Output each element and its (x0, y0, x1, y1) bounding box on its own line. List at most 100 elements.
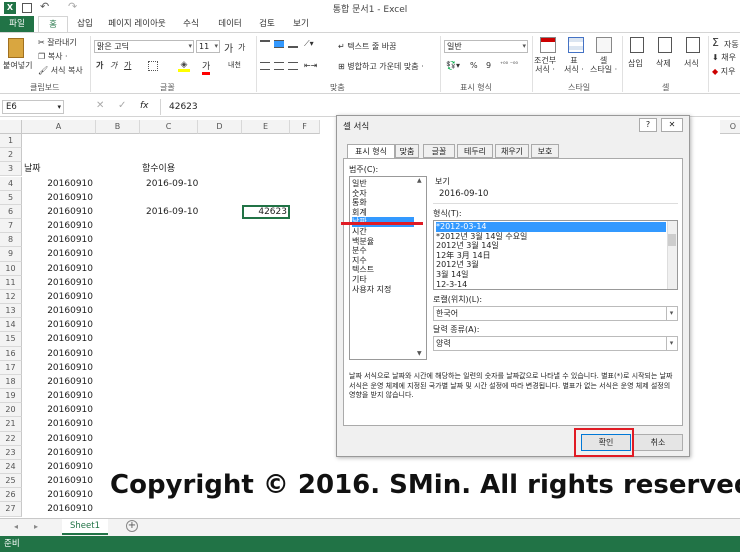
type-item[interactable]: *2012-03-14 (436, 222, 666, 232)
row-header-24[interactable]: 24 (0, 459, 22, 475)
format-cells-button[interactable]: 서식 (684, 58, 699, 69)
align-bottom-icon[interactable] (288, 40, 298, 48)
cell-a19[interactable]: 20160910 (22, 389, 93, 403)
cell-a10[interactable]: 20160910 (22, 262, 93, 276)
enter-icon[interactable]: ✓ (118, 100, 126, 111)
add-sheet-icon[interactable]: + (126, 520, 138, 532)
cell-a22[interactable]: 20160910 (22, 432, 93, 446)
copy-button[interactable]: ❐ 복사 · (38, 51, 68, 62)
category-item[interactable]: 지수 (352, 256, 414, 266)
scrollbar-thumb[interactable] (668, 234, 676, 246)
column-header-g[interactable]: O (720, 120, 740, 134)
tab-home[interactable]: 홈 (38, 16, 68, 32)
cell-a21[interactable]: 20160910 (22, 417, 93, 431)
column-header-a[interactable]: A (22, 120, 96, 134)
merge-center-button[interactable]: ⊞ 병합하고 가운데 맞춤 · (338, 61, 424, 72)
next-sheet-icon[interactable]: ▸ (34, 522, 38, 531)
dialog-tab-fill[interactable]: 채우기 (495, 144, 529, 158)
phonetic-button[interactable]: 내천 (228, 60, 241, 70)
column-header-b[interactable]: B (96, 120, 140, 134)
cancel-icon[interactable]: ✕ (96, 100, 104, 111)
paste-icon[interactable] (8, 38, 24, 58)
decimal-icons[interactable]: ⁺⁰⁰ ⁻⁰⁰ (500, 61, 518, 68)
row-header-18[interactable]: 18 (0, 374, 22, 390)
conditional-format-button[interactable]: 조건부 서식 · (534, 56, 556, 74)
sheet-tab-sheet1[interactable]: Sheet1 (62, 519, 108, 535)
name-box[interactable]: E6 ▾ (2, 100, 64, 114)
row-header-6[interactable]: 6 (0, 204, 22, 219)
row-header-12[interactable]: 12 (0, 289, 22, 305)
type-list[interactable]: *2012-03-14 *2012년 3월 14일 수요일 2012년 3월 14일… (433, 220, 678, 290)
insert-cells-button[interactable]: 삽입 (628, 58, 643, 69)
cell-a8[interactable]: 20160910 (22, 233, 93, 247)
cell-a25[interactable]: 20160910 (22, 474, 93, 488)
type-item[interactable]: 12年 3月 14日 (436, 251, 666, 261)
dialog-tab-number[interactable]: 표시 형식 (347, 144, 395, 159)
cell-c6[interactable]: 2016-09-10 (146, 205, 198, 219)
font-name-combo[interactable]: 맑은 고딕 ▾ (94, 40, 194, 53)
row-header-11[interactable]: 11 (0, 275, 22, 290)
cancel-button[interactable]: 취소 (633, 434, 683, 451)
dialog-close-button[interactable]: ✕ (661, 118, 683, 132)
category-item[interactable]: 사용자 지정 (352, 285, 414, 295)
row-header-20[interactable]: 20 (0, 403, 22, 418)
align-right-icon[interactable] (288, 62, 298, 70)
column-header-e[interactable]: E (242, 120, 290, 134)
row-header-9[interactable]: 9 (0, 247, 22, 262)
border-icon[interactable] (148, 61, 158, 71)
font-color-button[interactable]: 가 (202, 59, 211, 75)
category-item[interactable]: 시간 (352, 227, 414, 237)
category-item[interactable]: 분수 (352, 246, 414, 256)
column-header-d[interactable]: D (198, 120, 242, 134)
tab-insert[interactable]: 삽입 (72, 16, 98, 32)
number-format-combo[interactable]: 일반 ▾ (444, 40, 528, 53)
grow-font-button[interactable]: 가 (224, 40, 233, 55)
category-item[interactable]: 백분율 (352, 237, 414, 247)
row-header-14[interactable]: 14 (0, 318, 22, 333)
paste-button[interactable]: 붙여넣기 (3, 60, 32, 71)
category-item[interactable]: 텍스트 (352, 265, 414, 275)
cell-a5[interactable]: 20160910 (22, 191, 93, 205)
row-header-26[interactable]: 26 (0, 488, 22, 503)
cell-a7[interactable]: 20160910 (22, 219, 93, 233)
scrollbar-up-icon[interactable]: ▲ (417, 177, 422, 184)
row-header-17[interactable]: 17 (0, 360, 22, 375)
fill-color-icon[interactable]: ◈ (178, 60, 190, 72)
tab-file[interactable]: 파일 (0, 16, 34, 32)
cell-a18[interactable]: 20160910 (22, 375, 93, 389)
comma-button[interactable]: 9 (486, 61, 491, 70)
column-header-c[interactable]: C (140, 120, 198, 134)
align-center-icon[interactable] (274, 62, 284, 70)
cell-a13[interactable]: 20160910 (22, 304, 93, 318)
font-size-combo[interactable]: 11 ▾ (196, 40, 220, 53)
type-item[interactable]: 12-3-14 (436, 280, 666, 289)
row-header-7[interactable]: 7 (0, 219, 22, 234)
insert-cells-icon[interactable] (630, 37, 644, 53)
bold-button[interactable]: 가 (96, 60, 103, 71)
dialog-tab-font[interactable]: 글꼴 (423, 144, 455, 158)
cell-a6[interactable]: 20160910 (22, 205, 93, 219)
delete-cells-icon[interactable] (658, 37, 672, 53)
indent-icon[interactable]: ⇤⇥ (304, 61, 317, 70)
row-header-2[interactable]: 2 (0, 148, 22, 163)
row-header-25[interactable]: 25 (0, 474, 22, 489)
cell-a12[interactable]: 20160910 (22, 290, 93, 304)
cell-a27[interactable]: 20160910 (22, 502, 93, 516)
scrollbar-down-icon[interactable]: ▼ (417, 350, 422, 357)
dialog-tab-alignment[interactable]: 맞춤 (395, 144, 419, 158)
row-header-21[interactable]: 21 (0, 417, 22, 432)
row-header-1[interactable]: 1 (0, 134, 22, 149)
cell-a3[interactable]: 날짜 (24, 162, 41, 176)
dialog-tab-protection[interactable]: 보호 (531, 144, 559, 158)
type-item[interactable]: *2012년 3월 14일 수요일 (436, 232, 666, 242)
row-header-3[interactable]: 3 (0, 162, 22, 177)
category-item[interactable]: 기타 (352, 275, 414, 285)
row-header-15[interactable]: 15 (0, 332, 22, 347)
cell-a15[interactable]: 20160910 (22, 332, 93, 346)
cell-a4[interactable]: 20160910 (22, 177, 93, 191)
cell-a17[interactable]: 20160910 (22, 361, 93, 375)
row-header-19[interactable]: 19 (0, 389, 22, 404)
category-item[interactable]: 숫자 (352, 189, 414, 199)
underline-button[interactable]: 가 (124, 60, 131, 71)
insert-function-button[interactable]: fx (140, 101, 149, 111)
